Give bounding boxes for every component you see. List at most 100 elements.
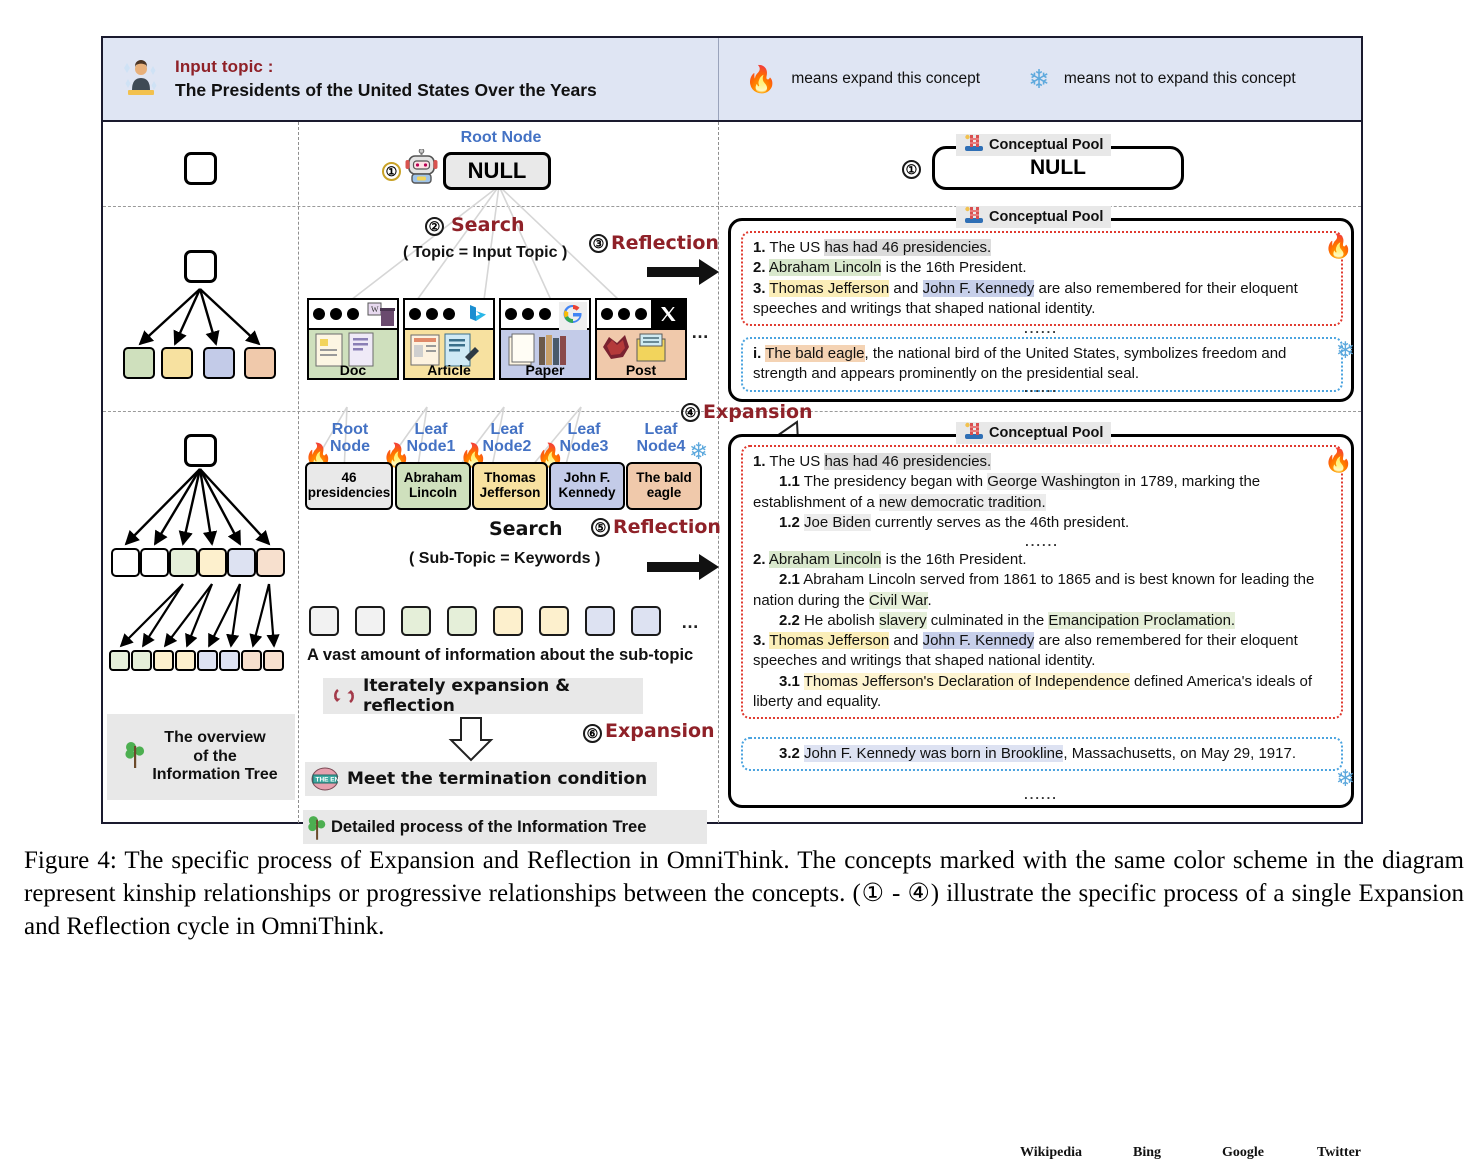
seg: George Washington [987, 473, 1121, 491]
pool3-line: 2. Abraham Lincoln is the 16th President… [753, 550, 1331, 570]
overview-row3-grandchild [263, 650, 284, 671]
conceptual-pool-3: 1. The US has had 46 presidencies. 1.1 T… [728, 434, 1355, 808]
overview-legend-line1: The overview [164, 729, 266, 747]
termination-bar: THE END Meet the termination condition [305, 762, 657, 796]
overview-row2-root [184, 250, 217, 283]
seg: John F. Kennedy [922, 279, 1035, 297]
overview-row3-child [227, 548, 256, 577]
overview-row3-grandchild [131, 650, 152, 671]
detailed-process-legend: Detailed process of the Information Tree [303, 810, 707, 844]
pool3-line-num: 3. [753, 632, 766, 649]
seg: Thomas Jefferson's Declaration of Indepe… [803, 672, 1130, 690]
flame-icon-pool2: 🔥 [1324, 233, 1353, 259]
detailed-process-column: Root Node ①① [299, 122, 1361, 1160]
detailed-process-legend-text: Detailed process of the Information Tree [331, 817, 647, 836]
seg: , Massachusetts, on May 29, 1917. [1063, 745, 1296, 762]
pool2-dots-end: ...... [1024, 380, 1058, 395]
seg: Thomas Jefferson [769, 279, 890, 297]
person-at-desk-icon [119, 57, 163, 101]
diagram-frame: Input topic : The Presidents of the Unit… [101, 36, 1363, 1160]
pool3-title-text: Conceptual Pool [989, 425, 1104, 441]
snowflake-icon-pool2: ❄ [1335, 337, 1355, 363]
figure-container: Input topic : The Presidents of the Unit… [0, 0, 1484, 1160]
source-card-site: Twitter [1316, 1145, 1362, 1160]
seg: is the 16th President. [881, 259, 1027, 277]
pool3-dots-end: ...... [1024, 787, 1058, 802]
legend-expand-text: means expand this concept [791, 70, 981, 87]
down-arrow-termination [448, 717, 494, 762]
termination-label: Meet the termination condition [347, 769, 648, 789]
seg: He abolish [799, 611, 880, 629]
pool3-line: 2.1 Abraham Lincoln served from 1861 to … [753, 570, 1331, 611]
seg: currently serves as the 46th president. [870, 513, 1130, 531]
seg: has had 46 presidencies. [824, 453, 992, 470]
ladder-pool-icon [964, 134, 984, 157]
pool3-expand-block: 1. The US has had 46 presidencies. 1.1 T… [741, 445, 1343, 719]
overview-legend-line3: Information Tree [152, 766, 278, 784]
input-topic-label: Input topic : [175, 56, 274, 76]
snowflake-icon: ❄ [1028, 64, 1050, 94]
seg: new democratic tradition. [878, 493, 1046, 511]
overview-legend-line2: of the [193, 747, 237, 765]
pool2-title: Conceptual Pool [956, 206, 1112, 229]
pool2-title-text: Conceptual Pool [989, 209, 1104, 225]
pool3-line: 1. The US has had 46 presidencies. [753, 452, 1331, 472]
svg-text:THE END: THE END [316, 777, 340, 784]
seg: Joe Biden [804, 513, 871, 531]
legend-no-expand: ❄ means not to expand this concept [1028, 66, 1296, 92]
overview-row3-grandchild [219, 650, 240, 671]
pool1-value: NULL [1030, 156, 1086, 179]
overview-tree-column: The overview of the Information Tree [103, 122, 299, 823]
overview-row3-grandchild [241, 650, 262, 671]
seg: is the 16th President. [881, 551, 1027, 568]
conceptual-pool-2: 1. The US has had 46 presidencies. 2. Ab… [728, 218, 1355, 402]
header-band: Input topic : The Presidents of the Unit… [103, 38, 1361, 122]
ladder-pool-icon [964, 422, 984, 445]
pool2-line: 2. Abraham Lincoln is the 16th President… [753, 258, 1331, 278]
input-topic-value: The Presidents of the United States Over… [175, 79, 597, 100]
overview-row3-grandchild [109, 650, 130, 671]
pool3-line-num: 3.1 [779, 672, 800, 690]
pool2-line-num: 3. [753, 279, 766, 297]
the-end-icon: THE END [311, 766, 339, 792]
pool3-line-num: 3.2 [779, 745, 800, 762]
seg: John F. Kennedy was born in Brookline [804, 745, 1064, 762]
pool1-title: Conceptual Pool [956, 134, 1112, 157]
overview-row2-child [203, 347, 235, 379]
seg: The bald eagle [765, 345, 865, 362]
seg: The US [765, 453, 825, 470]
pool3-line: 3.1 Thomas Jefferson's Declaration of In… [753, 672, 1331, 713]
seg: Thomas Jefferson [769, 632, 890, 649]
overview-row3-grandchild [175, 650, 196, 671]
overview-row2-child [161, 347, 193, 379]
legend-no-expand-text: means not to expand this concept [1063, 70, 1296, 87]
pool3-line: 1.2 Joe Biden currently serves as the 46… [753, 513, 1331, 533]
pool2-line-num: 2. [753, 259, 766, 277]
seg: The presidency began with [799, 473, 988, 491]
conceptual-pool-column: ① NULL Conceptual Pool 1. The US has had… [720, 122, 1361, 823]
pool2-line: 1. The US has had 46 presidencies. [753, 238, 1331, 258]
overview-row3-child [198, 548, 227, 577]
tree-icon [124, 739, 146, 775]
pool3-line: 1.1 The presidency began with George Was… [753, 472, 1331, 513]
ladder-pool-icon [964, 206, 984, 229]
pool1-step-marker: ① [902, 160, 921, 179]
pool3-title: Conceptual Pool [956, 422, 1112, 445]
seg: The US [765, 239, 825, 256]
pool3-line-num: 2. [753, 551, 766, 568]
overview-legend: The overview of the Information Tree [107, 714, 295, 800]
tree-icon [307, 813, 327, 841]
pool2-expand-block: 1. The US has had 46 presidencies. 2. Ab… [741, 231, 1343, 326]
pool3-line-num: 1. [753, 453, 766, 470]
seg: Civil War [868, 591, 928, 609]
seg: and [889, 632, 923, 649]
overview-row2-child [244, 347, 276, 379]
figure-caption: Figure 4: The specific process of Expans… [24, 847, 1464, 940]
overview-row3-grandchild [153, 650, 174, 671]
seg: . [927, 591, 932, 609]
pool2-line: i. The bald eagle, the national bird of … [753, 344, 1331, 385]
seg: Abraham Lincoln [768, 259, 882, 277]
pool3-dots-mid: ...... [1025, 534, 1059, 549]
seg: Abraham Lincoln [768, 551, 882, 568]
seg: Emancipation Proclamation. [1048, 611, 1236, 629]
